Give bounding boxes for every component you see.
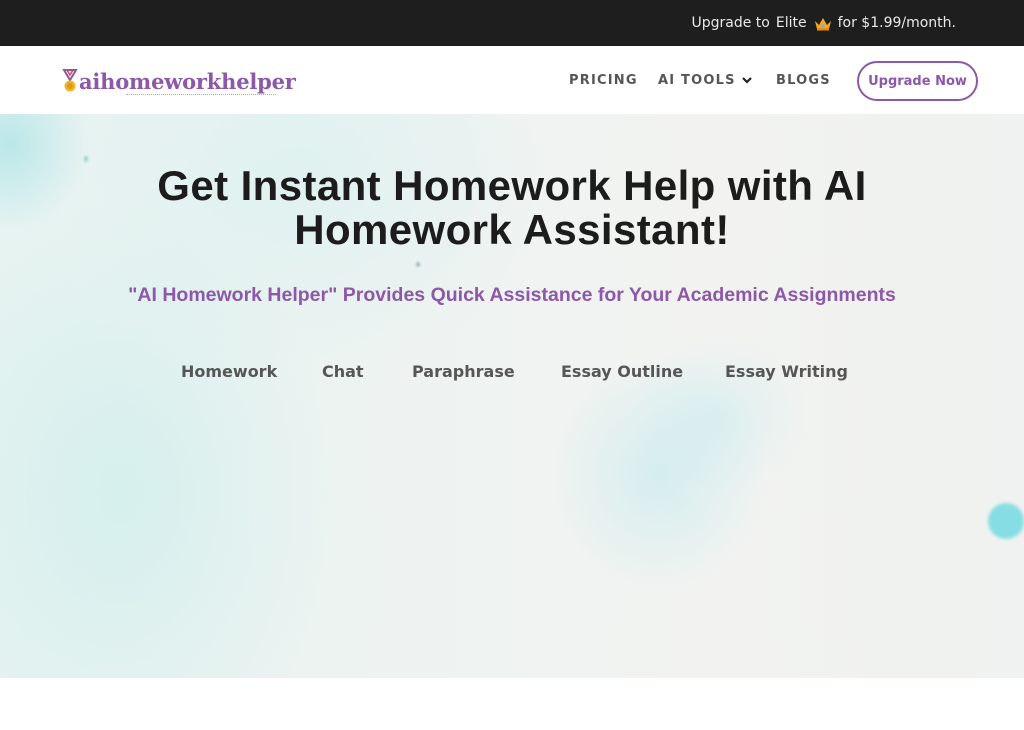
hero-title-line2: Homework Assistant!	[294, 206, 730, 253]
promo-bar[interactable]: Upgrade to Elite for $1.99/month.	[0, 0, 1024, 46]
promo-tier: Elite	[775, 15, 807, 31]
decorative-dot	[416, 262, 420, 267]
chevron-down-icon	[741, 77, 752, 84]
logo[interactable]: aihomeworkhelper	[62, 66, 296, 96]
logo-wordmark: aihomeworkhelper	[79, 68, 296, 94]
tool-tabs: Homework Chat Paraphrase Essay Outline E…	[0, 362, 1024, 388]
tool-tab-paraphrase[interactable]: Paraphrase	[412, 362, 515, 381]
hero-section: Get Instant Homework Help with AI Homewo…	[0, 114, 1024, 678]
promo-text-before: Upgrade to	[691, 15, 770, 31]
hero-title: Get Instant Homework Help with AI Homewo…	[0, 164, 1024, 252]
promo-text-after: for $1.99/month.	[837, 15, 956, 31]
hero-subtitle: "AI Homework Helper" Provides Quick Assi…	[128, 284, 896, 306]
nav-ai-tools-label: AI TOOLS	[658, 72, 736, 88]
nav-blogs[interactable]: BLOGS	[776, 46, 831, 114]
tool-tab-homework[interactable]: Homework	[181, 362, 277, 381]
site-header: aihomeworkhelper PRICING AI TOOLS BLOGS …	[0, 46, 1024, 114]
tool-tab-essay-outline[interactable]: Essay Outline	[561, 362, 683, 381]
tool-tab-essay-writing[interactable]: Essay Writing	[725, 362, 848, 381]
nav-ai-tools[interactable]: AI TOOLS	[658, 46, 752, 114]
logo-underline	[126, 94, 276, 95]
upgrade-now-button[interactable]: Upgrade Now	[857, 61, 978, 101]
floating-bubble	[988, 503, 1024, 539]
page-body	[0, 678, 1024, 730]
medal-icon	[62, 69, 78, 92]
tool-tab-chat[interactable]: Chat	[322, 362, 364, 381]
hero-title-line1: Get Instant Homework Help with AI	[157, 162, 867, 209]
crown-icon	[814, 18, 831, 31]
decorative-dot	[84, 156, 88, 162]
nav-blogs-label: BLOGS	[776, 72, 831, 88]
nav-pricing[interactable]: PRICING	[569, 46, 638, 114]
nav-pricing-label: PRICING	[569, 72, 638, 88]
